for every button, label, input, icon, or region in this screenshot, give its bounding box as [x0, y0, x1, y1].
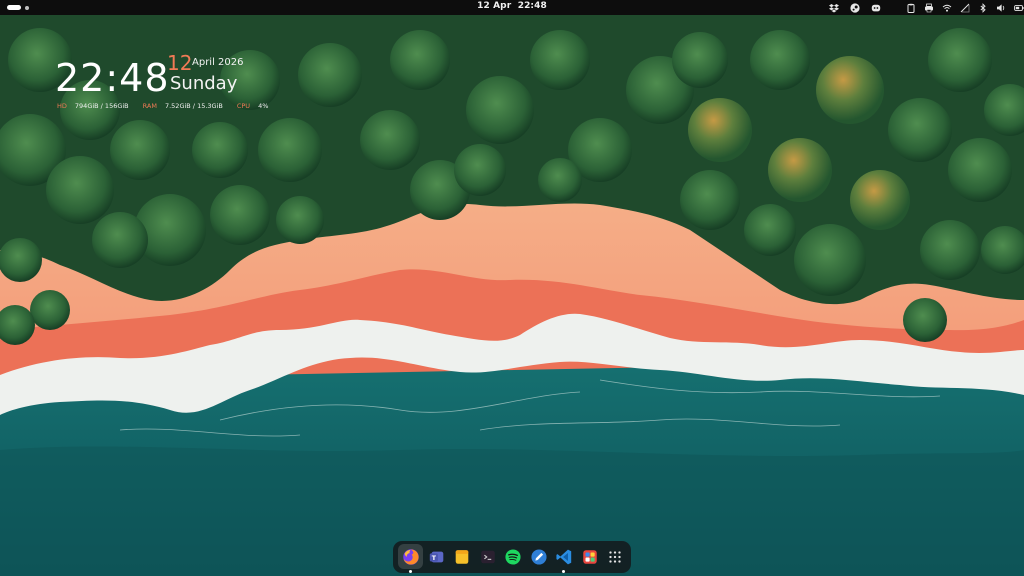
spotify-icon — [504, 548, 521, 565]
notes-icon — [455, 549, 468, 564]
widget-day: 12 — [167, 51, 193, 75]
hd-value: 794GiB / 156GiB — [74, 102, 129, 110]
volume-icon[interactable] — [995, 2, 1006, 13]
battery-icon[interactable] — [1013, 2, 1024, 13]
cpu-stat: CPU 4% — [237, 102, 269, 110]
dock-item-teams[interactable]: T — [426, 546, 447, 567]
bluetooth-icon[interactable] — [977, 2, 988, 13]
dock: T — [393, 541, 631, 573]
dock-item-vscode[interactable] — [553, 546, 574, 567]
dock-item-spotify[interactable] — [502, 546, 523, 567]
vscode-running-indicator — [562, 570, 565, 573]
cpu-label: CPU — [236, 102, 251, 110]
dock-item-text-editor[interactable] — [528, 546, 549, 567]
no-signal-icon[interactable] — [959, 2, 970, 13]
dropbox-icon[interactable] — [828, 2, 839, 13]
ram-stat: RAM 7.52GiB / 15.3GiB — [143, 102, 223, 110]
terminal-icon — [480, 550, 495, 563]
ram-value: 7.52GiB / 15.3GiB — [164, 102, 223, 110]
teams-icon: T — [429, 551, 443, 562]
firefox-icon — [402, 548, 419, 565]
extension-tray — [828, 2, 881, 13]
widget-system-stats: HD 794GiB / 156GiB RAM 7.52GiB / 15.3GiB C… — [57, 102, 268, 110]
hd-label: HD — [57, 102, 67, 110]
widget-month-year: April 2026 — [192, 57, 244, 68]
dock-item-app-grid[interactable] — [604, 546, 625, 567]
cpu-value: 4% — [258, 102, 269, 110]
dock-item-firefox[interactable] — [398, 544, 423, 569]
clock-time: 22:48 — [517, 1, 547, 11]
dock-item-notes[interactable] — [451, 546, 472, 567]
firefox-running-indicator — [409, 570, 412, 573]
printer-icon[interactable] — [923, 2, 934, 13]
software-store-icon — [582, 549, 597, 564]
dock-item-terminal[interactable] — [477, 546, 498, 567]
hd-stat: HD 794GiB / 156GiB — [57, 102, 129, 110]
ram-label: RAM — [142, 102, 157, 110]
network-icon[interactable] — [941, 2, 952, 13]
app-grid-icon — [608, 550, 621, 563]
widget-time: 22:48 — [55, 56, 170, 100]
discord-icon[interactable] — [870, 2, 881, 13]
clock-date: 12 Apr — [477, 1, 512, 11]
svg-text:T: T — [431, 555, 436, 562]
clipboard-icon[interactable] — [905, 2, 916, 13]
top-bar: 12 Apr 22:48 — [0, 0, 1024, 15]
system-tray — [905, 2, 1024, 13]
dock-item-software[interactable] — [579, 546, 600, 567]
vscode-icon — [555, 549, 571, 564]
steam-icon[interactable] — [849, 2, 860, 13]
pencil-icon — [530, 548, 547, 565]
widget-weekday: Sunday — [170, 73, 238, 94]
